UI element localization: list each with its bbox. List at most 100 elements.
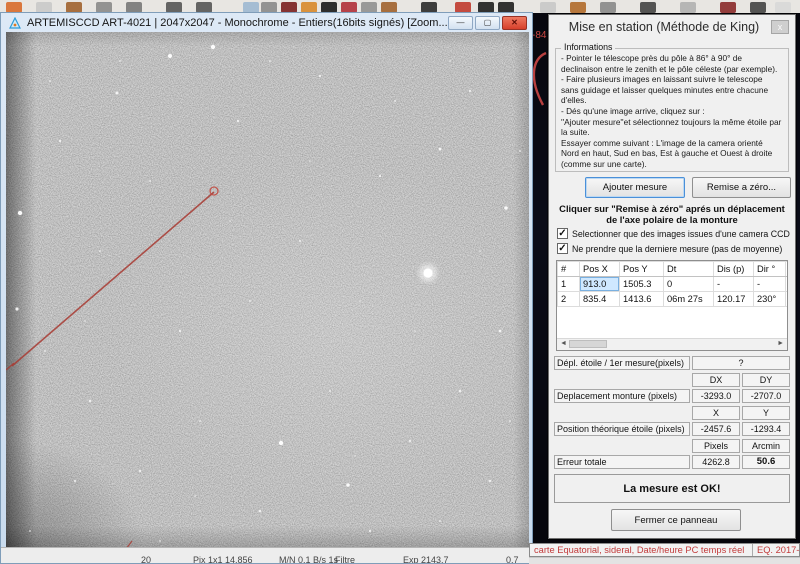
- star: [249, 300, 251, 302]
- table-horizontal-scrollbar[interactable]: ◄ ►: [557, 338, 787, 350]
- trail-dash: [6, 363, 14, 370]
- star: [329, 390, 331, 392]
- star: [489, 480, 492, 483]
- table-cell[interactable]: -: [714, 277, 754, 292]
- grid-value: X: [692, 406, 740, 420]
- star: [159, 540, 161, 542]
- scroll-right-arrow[interactable]: ►: [777, 340, 784, 347]
- grid-row: PixelsArcmin: [554, 439, 790, 453]
- star: [394, 100, 396, 102]
- grid-row: Position théorique étoile (pixels)-2457.…: [554, 422, 790, 436]
- table-header[interactable]: Pos Y: [620, 262, 664, 277]
- grid-value: Arcmin: [742, 439, 790, 453]
- table-row[interactable]: 2835.41413.606m 27s120.17230°50.6 ': [558, 292, 789, 307]
- grid-label: Position théorique étoile (pixels): [554, 422, 690, 436]
- grid-value: -2707.0: [742, 389, 790, 403]
- table-header[interactable]: Dis (p): [714, 262, 754, 277]
- info-groupbox: - Pointer le télescope près du pôle à 86…: [555, 48, 789, 172]
- table-cell[interactable]: 120.17: [714, 292, 754, 307]
- star: [29, 530, 31, 532]
- table-cell[interactable]: 1413.6: [620, 292, 664, 307]
- table-cell[interactable]: 0: [664, 277, 714, 292]
- satellite-trail: [12, 192, 214, 366]
- grid-value: DY: [742, 373, 790, 387]
- star: [237, 120, 239, 122]
- table-cell[interactable]: -: [786, 277, 789, 292]
- grid-value: ?: [692, 356, 790, 370]
- ccd-images-checkbox[interactable]: ✓ Selectionner que des images issues d'u…: [557, 228, 790, 239]
- panel-close-button[interactable]: x: [771, 20, 789, 34]
- star: [179, 330, 181, 332]
- add-measure-button[interactable]: Ajouter mesure: [585, 177, 685, 198]
- star: [439, 520, 441, 522]
- table-header[interactable]: Dt: [664, 262, 714, 277]
- table-cell[interactable]: -: [754, 277, 786, 292]
- close-panel-button[interactable]: Fermer ce panneau: [611, 509, 741, 531]
- ccd-status-bar: 20Pix 1x1 14,856M/N 0.1 B/s 1sFiltreExp …: [1, 547, 532, 563]
- reset-note: Cliquer sur "Remise à zéro" aprés un dép…: [551, 204, 793, 226]
- table-cell[interactable]: 835.4: [580, 292, 620, 307]
- scroll-left-arrow[interactable]: ◄: [560, 340, 567, 347]
- star: [499, 330, 502, 333]
- grid-value: -3293.0: [692, 389, 740, 403]
- table-header[interactable]: Pos X: [580, 262, 620, 277]
- table-header[interactable]: Dir °: [754, 262, 786, 277]
- grid-row: Dépl. étoile / 1er mesure(pixels)?: [554, 356, 790, 370]
- status-fragment: Pix 1x1 14,856: [193, 555, 253, 563]
- toolbar-icon: [775, 2, 791, 13]
- star: [504, 206, 508, 210]
- close-button[interactable]: ✕: [502, 16, 527, 30]
- info-groupbox-label: Informations: [561, 42, 615, 52]
- star: [119, 60, 121, 62]
- star: [211, 45, 215, 49]
- table-cell[interactable]: 230°: [754, 292, 786, 307]
- star: [354, 455, 356, 457]
- star: [84, 320, 86, 322]
- star: [299, 240, 301, 242]
- last-measure-checkbox-label: Ne prendre que la derniere mesure (pas d…: [572, 244, 782, 254]
- minimize-button[interactable]: —: [448, 16, 473, 30]
- star: [18, 211, 22, 215]
- maximize-button[interactable]: ▢: [475, 16, 500, 30]
- grid-value: DX: [692, 373, 740, 387]
- star: [99, 250, 101, 252]
- grid-row: XY: [554, 406, 790, 420]
- star: [259, 510, 262, 513]
- star: [44, 350, 46, 352]
- table-header[interactable]: #: [558, 262, 580, 277]
- panel-title: Mise en station (Méthode de King): [563, 20, 765, 34]
- reset-button[interactable]: Remise a zéro...: [692, 177, 791, 198]
- star: [49, 80, 51, 82]
- scroll-thumb[interactable]: [569, 340, 607, 348]
- table-cell[interactable]: 913.0: [580, 277, 620, 292]
- grid-value: Y: [742, 406, 790, 420]
- status-fragment: M/N 0.1 B/s 1s: [279, 555, 338, 563]
- star: [139, 470, 141, 472]
- toolbar-icon: [600, 2, 616, 13]
- table-cell[interactable]: 06m 27s: [664, 292, 714, 307]
- last-measure-checkbox[interactable]: ✓ Ne prendre que la derniere mesure (pas…: [557, 243, 782, 254]
- table-row[interactable]: 1913.01505.30---: [558, 277, 789, 292]
- table-header[interactable]: Dist: [786, 262, 789, 277]
- status-epoch: EQ. 2017-: [752, 544, 799, 556]
- star: [89, 400, 92, 403]
- status-message: carte Equatorial, sideral, Date/heure PC…: [530, 544, 752, 556]
- grid-label: Erreur totale: [554, 455, 690, 469]
- status-fragment: Exp 2143.7: [403, 555, 449, 563]
- star: [469, 90, 471, 92]
- toolbar-icon: [540, 2, 556, 13]
- grid-label: Deplacement monture (pixels): [554, 389, 690, 403]
- ccd-window-titlebar[interactable]: ARTEMISCCD ART-4021 | 2047x2047 - Monoch…: [1, 13, 532, 32]
- star: [359, 300, 361, 302]
- star-field-overlay: [6, 32, 529, 550]
- table-cell[interactable]: 1: [558, 277, 580, 292]
- toolbar-icon: [720, 2, 736, 13]
- grid-value: 4262.8: [692, 455, 740, 469]
- table-cell[interactable]: 2: [558, 292, 580, 307]
- table-cell[interactable]: 1505.3: [620, 277, 664, 292]
- checkbox-check-icon: ✓: [557, 243, 568, 254]
- table-cell[interactable]: 50.6 ': [786, 292, 789, 307]
- star: [459, 390, 462, 393]
- window-title: ARTEMISCCD ART-4021 | 2047x2047 - Monoch…: [27, 17, 448, 29]
- ccd-image-area[interactable]: [6, 32, 529, 550]
